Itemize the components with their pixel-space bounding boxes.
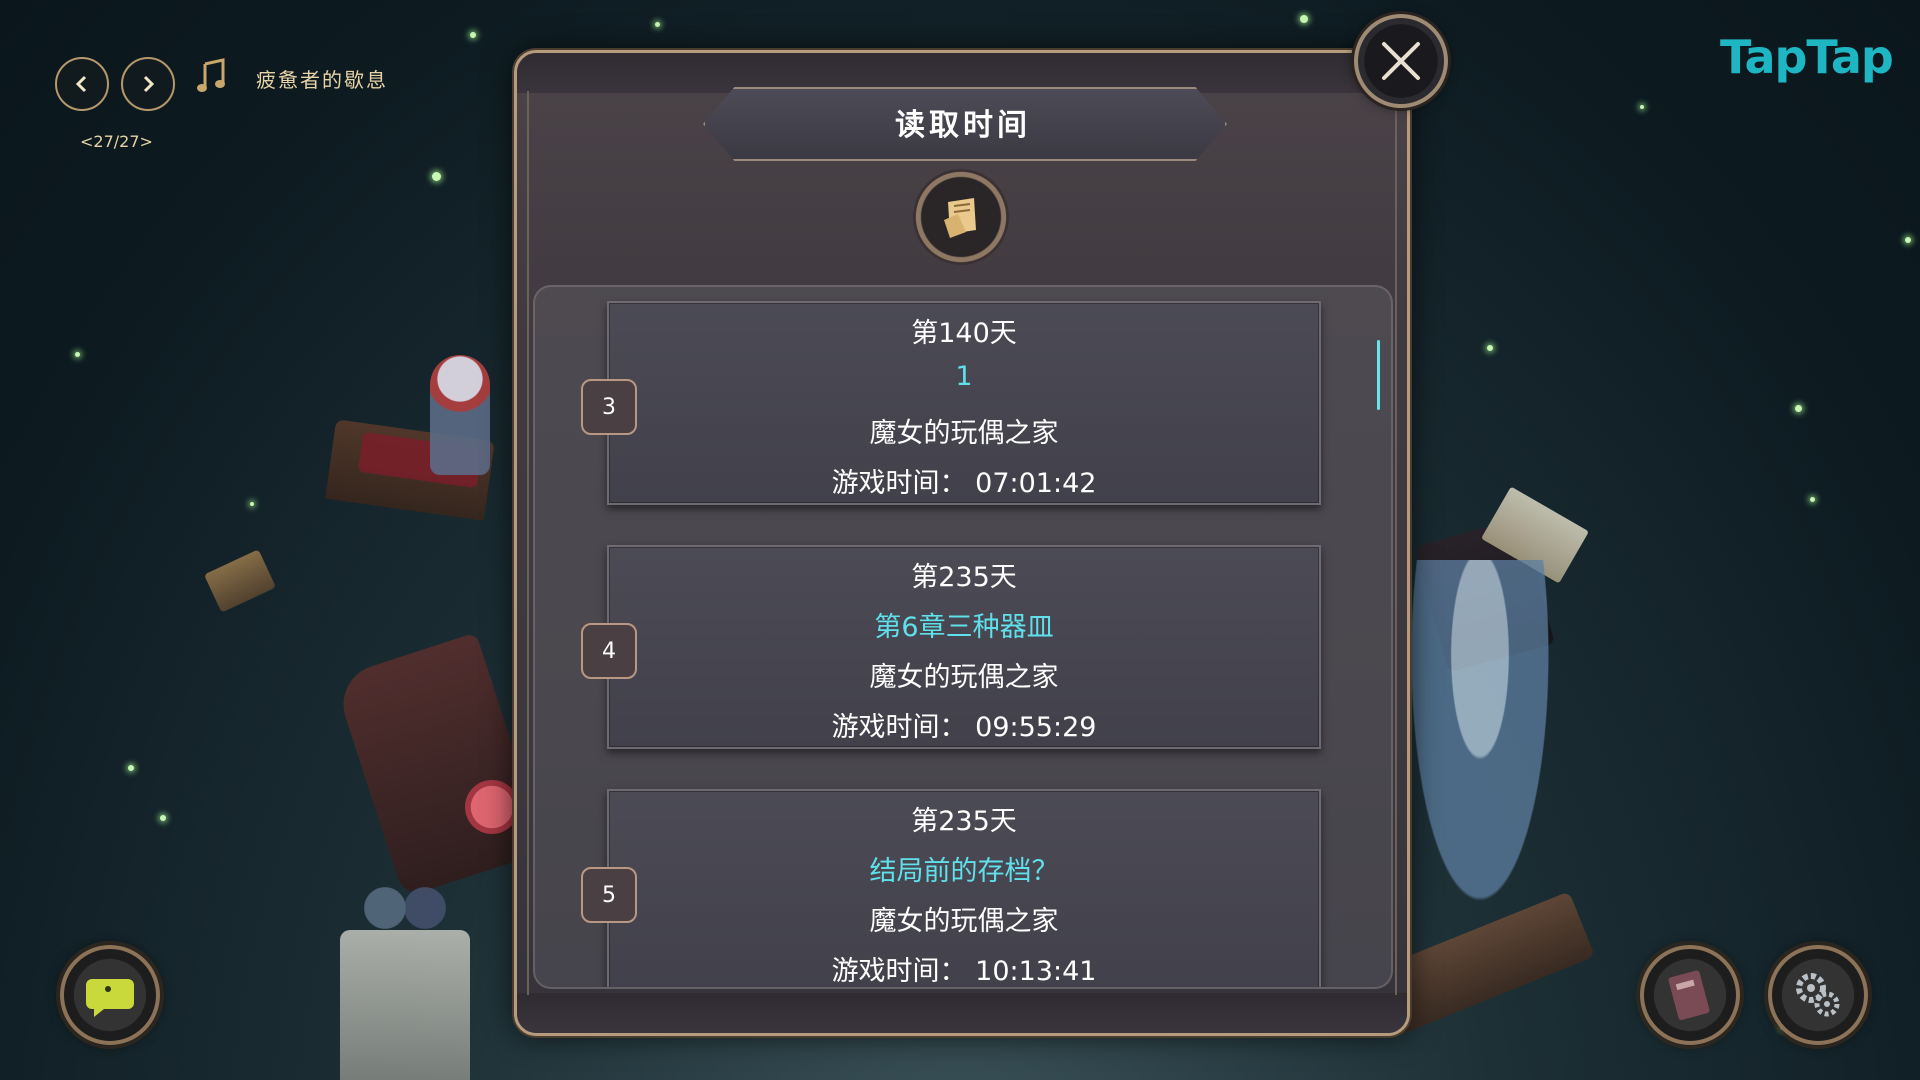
- list-scrollbar[interactable]: [1377, 340, 1380, 410]
- load-save-dialog: 读取时间 3 第140天 1 魔女的玩偶之家 游戏时间： 07:01:42 4 …: [514, 50, 1410, 1036]
- playtime-value: 07:01:42: [975, 468, 1097, 499]
- journal-icon: [1668, 970, 1710, 1020]
- rabbit-button-eye: [465, 780, 519, 834]
- scroll-emblem: [913, 169, 1009, 265]
- close-button[interactable]: [1354, 14, 1448, 108]
- chat-button[interactable]: [60, 945, 160, 1045]
- knight-figures: [355, 880, 455, 950]
- dialog-title: 读取时间: [895, 108, 1031, 143]
- chevron-left-icon: [75, 75, 87, 93]
- save-slot-list[interactable]: 3 第140天 1 魔女的玩偶之家 游戏时间： 07:01:42 4 第235天…: [533, 285, 1393, 989]
- save-slot-card[interactable]: 5 第235天 结局前的存档？ 魔女的玩偶之家 游戏时间： 10:13:41: [581, 789, 1321, 987]
- track-counter: <27/27>: [80, 132, 153, 151]
- save-playtime: 游戏时间： 07:01:42: [609, 461, 1319, 500]
- stone-tower: [340, 930, 470, 1080]
- playtime-label: 游戏时间：: [831, 468, 967, 499]
- music-note-icon: [195, 58, 227, 103]
- floating-book: [203, 549, 277, 613]
- save-playtime: 游戏时间： 10:13:41: [609, 949, 1319, 987]
- save-playtime: 游戏时间： 09:55:29: [609, 705, 1319, 744]
- previous-track-button[interactable]: [55, 57, 109, 111]
- playtime-value: 10:13:41: [975, 956, 1097, 987]
- save-slot-card[interactable]: 3 第140天 1 魔女的玩偶之家 游戏时间： 07:01:42: [581, 301, 1321, 505]
- save-name: 1: [955, 361, 973, 392]
- ghost-character: [1400, 560, 1560, 940]
- track-title: 疲惫者的歇息: [256, 68, 388, 92]
- save-day: 第235天: [911, 806, 1017, 837]
- save-day: 第235天: [911, 562, 1017, 593]
- save-location: 魔女的玩偶之家: [869, 662, 1059, 693]
- playtime-value: 09:55:29: [975, 712, 1097, 743]
- gear-icon: [1796, 973, 1840, 1017]
- playtime-label: 游戏时间：: [831, 956, 967, 987]
- journal-button[interactable]: [1640, 945, 1740, 1045]
- next-track-button[interactable]: [121, 57, 175, 111]
- chat-icon: [86, 979, 134, 1017]
- save-location: 魔女的玩偶之家: [869, 418, 1059, 449]
- taptap-logo: TapTap: [1720, 30, 1894, 84]
- chevron-right-icon: [143, 75, 155, 93]
- settings-button[interactable]: [1768, 945, 1868, 1045]
- save-day: 第140天: [911, 318, 1017, 349]
- close-icon: [1382, 42, 1420, 80]
- save-location: 魔女的玩偶之家: [869, 906, 1059, 937]
- save-name: 结局前的存档？: [869, 856, 1059, 887]
- save-name: 第6章三种器皿: [874, 612, 1054, 643]
- doll-character: [430, 355, 490, 475]
- playtime-label: 游戏时间：: [831, 712, 967, 743]
- save-slot-card[interactable]: 4 第235天 第6章三种器皿 魔女的玩偶之家 游戏时间： 09:55:29: [581, 545, 1321, 749]
- scroll-icon: [944, 198, 976, 238]
- dialog-bottom-bar: [517, 993, 1407, 1033]
